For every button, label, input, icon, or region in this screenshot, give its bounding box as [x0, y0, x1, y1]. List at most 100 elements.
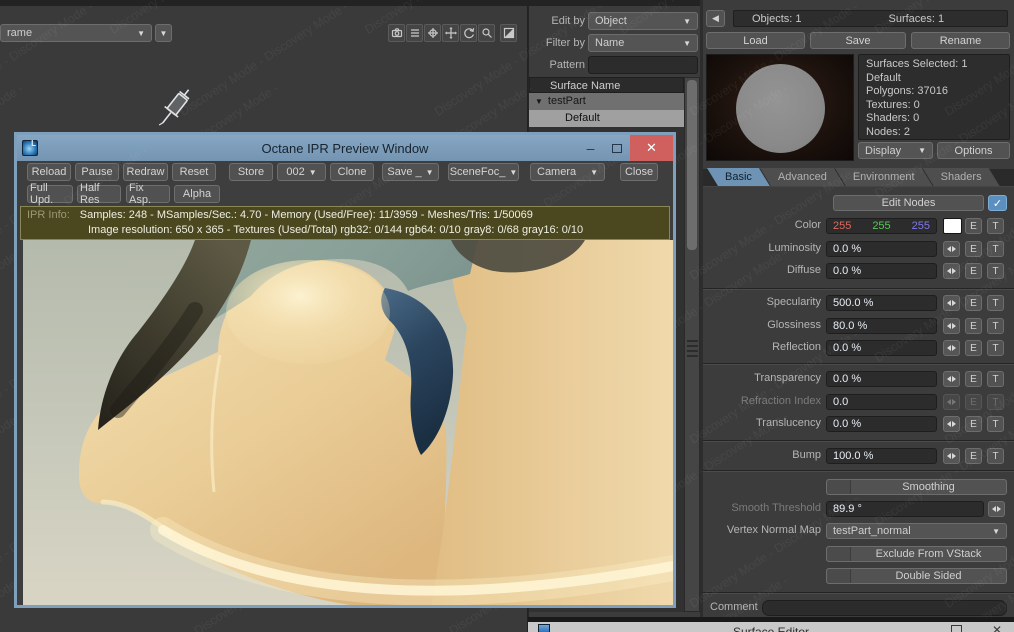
- double-sided-toggle[interactable]: Double Sided: [826, 568, 1007, 584]
- ipr-titlebar[interactable]: Octane IPR Preview Window – ✕: [17, 135, 673, 161]
- frame-dropdown[interactable]: 002 ▼: [277, 163, 326, 181]
- redraw-button[interactable]: Redraw: [123, 163, 168, 181]
- specularity-envelope-button[interactable]: E: [965, 295, 982, 311]
- double-sided-checkbox[interactable]: [827, 569, 851, 583]
- tab-shaders[interactable]: Shaders: [923, 168, 1000, 186]
- scrollbar-thumb[interactable]: [687, 80, 697, 250]
- transparency-field[interactable]: 0.0 %: [826, 371, 937, 387]
- reflection-texture-button[interactable]: T: [987, 340, 1004, 356]
- exclude-vstack-checkbox[interactable]: [827, 547, 851, 561]
- diffuse-texture-button[interactable]: T: [987, 263, 1004, 279]
- viewport-mode-dropdown[interactable]: rame ▼: [0, 24, 152, 42]
- surface-editor-window-titlebar[interactable]: Surface Editor ✕: [528, 622, 1014, 632]
- specularity-field[interactable]: 500.0 %: [826, 295, 937, 311]
- color-g-value[interactable]: 255: [872, 220, 890, 232]
- options-button[interactable]: Options: [937, 142, 1010, 159]
- full-update-button[interactable]: Full Upd.: [27, 182, 73, 206]
- tab-environment[interactable]: Environment: [835, 168, 933, 186]
- tab-basic[interactable]: Basic: [707, 168, 770, 186]
- edit-by-dropdown[interactable]: Object ▼: [588, 12, 698, 30]
- color-swatch[interactable]: [943, 218, 962, 234]
- maximize-icon[interactable]: [951, 625, 962, 632]
- ipr-close-button[interactable]: Close: [620, 163, 658, 181]
- fix-aspect-button[interactable]: Fix Asp.: [126, 182, 170, 206]
- transparency-envelope-button[interactable]: E: [965, 371, 982, 387]
- camera-dropdown[interactable]: Camera ▼: [530, 163, 605, 181]
- maximize-button[interactable]: [609, 135, 624, 161]
- color-r-value[interactable]: 255: [833, 220, 851, 232]
- refraction-index-field[interactable]: 0.0: [826, 394, 937, 410]
- edit-nodes-checkbox[interactable]: ✓: [988, 195, 1007, 211]
- specularity-texture-button[interactable]: T: [987, 295, 1004, 311]
- translucency-field[interactable]: 0.0 %: [826, 416, 937, 432]
- glossiness-envelope-button[interactable]: E: [965, 318, 982, 334]
- minimize-button[interactable]: –: [583, 135, 598, 161]
- collapse-panel-button[interactable]: ◀: [706, 10, 725, 27]
- splitter-grip[interactable]: [687, 340, 698, 360]
- save-button[interactable]: Save: [810, 32, 906, 49]
- glossiness-minislider[interactable]: [943, 318, 960, 334]
- color-rgb-field[interactable]: 255 255 255: [826, 218, 937, 234]
- tab-advanced[interactable]: Advanced: [760, 168, 845, 186]
- save-dropdown[interactable]: Save _ ▼: [382, 163, 439, 181]
- translucency-texture-button[interactable]: T: [987, 416, 1004, 432]
- smoothing-checkbox[interactable]: [827, 480, 851, 494]
- list-icon[interactable]: [406, 24, 423, 42]
- filter-by-dropdown[interactable]: Name ▼: [588, 34, 698, 52]
- smooth-threshold-field[interactable]: 89.9 °: [826, 501, 984, 517]
- transparency-texture-button[interactable]: T: [987, 371, 1004, 387]
- vertex-normal-map-dropdown[interactable]: testPart_normal ▼: [826, 523, 1007, 539]
- bump-minislider[interactable]: [943, 448, 960, 464]
- specularity-minislider[interactable]: [943, 295, 960, 311]
- luminosity-envelope-button[interactable]: E: [965, 241, 982, 257]
- glossiness-texture-button[interactable]: T: [987, 318, 1004, 334]
- exclude-vstack-toggle[interactable]: Exclude From VStack: [826, 546, 1007, 562]
- surface-list-scrollbar[interactable]: [684, 77, 700, 612]
- translucency-envelope-button[interactable]: E: [965, 416, 982, 432]
- diffuse-envelope-button[interactable]: E: [965, 263, 982, 279]
- rename-button[interactable]: Rename: [911, 32, 1010, 49]
- close-button[interactable]: ✕: [630, 135, 673, 161]
- luminosity-texture-button[interactable]: T: [987, 241, 1004, 257]
- clone-button[interactable]: Clone: [330, 163, 374, 181]
- ipr-render-image[interactable]: [23, 240, 686, 610]
- reload-button[interactable]: Reload: [27, 163, 71, 181]
- smoothing-toggle[interactable]: Smoothing: [826, 479, 1007, 495]
- surface-preview[interactable]: [706, 54, 854, 161]
- reset-button[interactable]: Reset: [172, 163, 216, 181]
- surface-tree-child-selected[interactable]: Default: [529, 110, 684, 127]
- diffuse-field[interactable]: 0.0 %: [826, 263, 937, 279]
- pan-move-icon[interactable]: [442, 24, 459, 42]
- bump-field[interactable]: 100.0 %: [826, 448, 937, 464]
- close-icon[interactable]: ✕: [992, 623, 1002, 632]
- octane-ipr-window[interactable]: Octane IPR Preview Window – ✕ Reload Pau…: [14, 132, 686, 610]
- luminosity-minislider[interactable]: [943, 241, 960, 257]
- pause-button[interactable]: Pause: [75, 163, 119, 181]
- scene-focus-dropdown[interactable]: SceneFoc_ ▼: [448, 163, 519, 181]
- translucency-minislider[interactable]: [943, 416, 960, 432]
- edit-nodes-button[interactable]: Edit Nodes: [833, 195, 984, 211]
- smooth-threshold-minislider[interactable]: [988, 501, 1005, 517]
- display-dropdown[interactable]: Display ▼: [858, 142, 933, 159]
- maximize-viewport-icon[interactable]: [500, 24, 517, 42]
- bump-texture-button[interactable]: T: [987, 448, 1004, 464]
- rotate-view-icon[interactable]: [460, 24, 477, 42]
- luminosity-field[interactable]: 0.0 %: [826, 241, 937, 257]
- store-button[interactable]: Store: [229, 163, 273, 181]
- load-button[interactable]: Load: [706, 32, 805, 49]
- half-res-button[interactable]: Half Res: [77, 182, 121, 206]
- reflection-minislider[interactable]: [943, 340, 960, 356]
- tree-expand-icon[interactable]: ▼: [535, 97, 543, 106]
- bump-envelope-button[interactable]: E: [965, 448, 982, 464]
- reflection-envelope-button[interactable]: E: [965, 340, 982, 356]
- zoom-magnifier-icon[interactable]: [478, 24, 495, 42]
- camera-view-icon[interactable]: [388, 24, 405, 42]
- viewport-extra-dropdown[interactable]: ▼: [155, 24, 172, 42]
- surface-tree-parent[interactable]: ▼ testPart: [529, 93, 684, 110]
- comment-input[interactable]: [762, 600, 1007, 616]
- color-envelope-button[interactable]: E: [965, 218, 982, 234]
- pattern-input[interactable]: [588, 56, 698, 74]
- color-b-value[interactable]: 255: [912, 220, 930, 232]
- center-target-icon[interactable]: [424, 24, 441, 42]
- transparency-minislider[interactable]: [943, 371, 960, 387]
